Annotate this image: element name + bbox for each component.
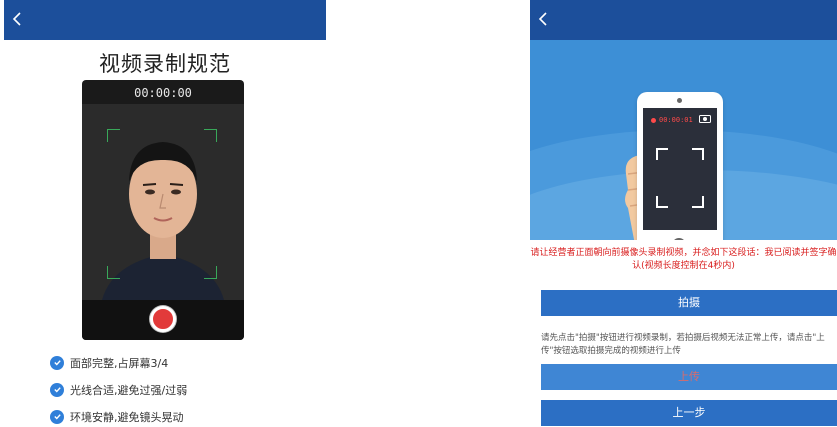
right-screen: 00:00:01 请让经营者正面朝向前摄像头录制视频，并念如下这段话：我已阅读并… xyxy=(530,0,837,427)
recording-timer: 00:00:01 xyxy=(659,116,693,124)
back-arrow-icon[interactable] xyxy=(536,12,550,26)
scan-frame xyxy=(656,148,704,208)
right-header-bar xyxy=(530,0,837,40)
face-guide-frame xyxy=(107,129,217,279)
phone-illustration: 00:00:01 xyxy=(637,92,723,240)
page-title: 视频录制规范 xyxy=(99,52,231,76)
camera-icon xyxy=(699,115,711,123)
list-item: 环境安静,避免镜头晃动 xyxy=(50,404,187,427)
phone-in-hand-illustration: 00:00:01 xyxy=(530,40,837,240)
check-circle-icon xyxy=(50,409,64,424)
camera-preview: 00:00:00 xyxy=(82,80,244,340)
list-item: 光线合适,避免过强/过弱 xyxy=(50,377,187,402)
requirement-text: 面部完整,占屏幕3/4 xyxy=(70,356,169,370)
left-screen: 视频录制规范 00:00:00 面部完整,占屏幕3/4 光线合适,避免过强/过弱… xyxy=(4,0,326,427)
record-timer: 00:00:00 xyxy=(134,86,192,100)
instruction-text: 请让经营者正面朝向前摄像头录制视频，并念如下这段话：我已阅读并签字确认(视频长度… xyxy=(530,248,837,271)
requirement-text: 环境安静,避免镜头晃动 xyxy=(70,410,184,424)
record-controls xyxy=(82,300,244,340)
record-dot-icon xyxy=(651,117,656,123)
left-header-bar xyxy=(4,0,326,40)
help-text: 请先点击"拍摄"按钮进行视频录制，若拍摄后视频无法正常上传，请点击"上传"按钮选… xyxy=(541,333,825,356)
check-circle-icon xyxy=(50,382,64,397)
home-button-icon xyxy=(672,238,686,240)
shoot-button[interactable]: 拍摄 xyxy=(541,290,837,316)
back-arrow-icon[interactable] xyxy=(10,12,24,26)
check-circle-icon xyxy=(50,355,64,370)
requirements-list: 面部完整,占屏幕3/4 光线合适,避免过强/过弱 环境安静,避免镜头晃动 xyxy=(50,350,187,427)
list-item: 面部完整,占屏幕3/4 xyxy=(50,350,187,375)
face-preview-image xyxy=(82,104,244,300)
phone-screen: 00:00:01 xyxy=(643,108,717,230)
record-button-icon[interactable] xyxy=(150,306,176,332)
recording-indicator: 00:00:01 xyxy=(651,116,693,124)
previous-step-button[interactable]: 上一步 xyxy=(541,400,837,426)
upload-button[interactable]: 上传 xyxy=(541,364,837,390)
requirement-text: 光线合适,避免过强/过弱 xyxy=(70,383,188,397)
